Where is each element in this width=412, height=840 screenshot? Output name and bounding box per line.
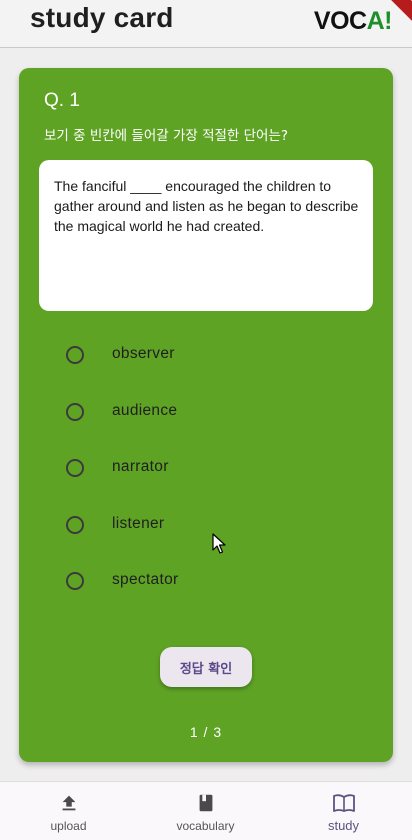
radio-button[interactable] xyxy=(66,459,84,477)
option-spectator[interactable]: spectator xyxy=(65,553,345,610)
logo-text: VOC xyxy=(313,7,367,35)
radio-button[interactable] xyxy=(66,572,84,590)
nav-label: upload xyxy=(50,819,87,833)
radio-button[interactable] xyxy=(66,515,84,534)
page-title: study card xyxy=(30,2,174,33)
nav-item-vocabulary[interactable]: vocabulary xyxy=(137,782,274,840)
book-icon xyxy=(199,794,212,812)
page-indicator: 1 / 3 xyxy=(189,724,223,740)
open-book-icon xyxy=(332,794,355,812)
check-answer-button[interactable]: 정답 확인 xyxy=(160,647,252,687)
question-number: Q. 1 xyxy=(44,90,80,111)
nav-item-study[interactable]: study xyxy=(275,782,412,840)
nav-label: vocabulary xyxy=(176,819,235,833)
passage-text: The fanciful ____ encouraged the childre… xyxy=(54,178,359,234)
app-header: study card VOCA! xyxy=(0,0,412,48)
option-narrator[interactable]: narrator xyxy=(65,440,345,497)
mouse-cursor-icon xyxy=(212,533,226,554)
option-label: audience xyxy=(112,401,178,419)
option-listener[interactable]: listener xyxy=(65,497,345,554)
option-label: listener xyxy=(112,514,165,532)
logo-accent-text: A! xyxy=(366,7,393,35)
passage-box: The fanciful ____ encouraged the childre… xyxy=(39,160,373,311)
option-observer[interactable]: observer xyxy=(65,327,345,384)
study-card: Q. 1 보기 중 빈칸에 들어갈 가장 적절한 단어는? The fancif… xyxy=(19,68,393,762)
answer-options: observer audience narrator listener spec… xyxy=(65,327,345,610)
question-prompt: 보기 중 빈칸에 들어갈 가장 적절한 단어는? xyxy=(44,128,289,144)
option-label: observer xyxy=(112,345,175,362)
radio-button[interactable] xyxy=(66,346,84,364)
option-label: narrator xyxy=(112,458,169,475)
upload-icon xyxy=(62,795,75,811)
radio-button[interactable] xyxy=(66,402,84,421)
nav-label: study xyxy=(327,818,360,833)
nav-item-upload[interactable]: upload xyxy=(0,782,137,840)
option-audience[interactable]: audience xyxy=(65,384,345,441)
bottom-nav: upload vocabulary study xyxy=(0,781,412,840)
option-label: spectator xyxy=(112,571,179,588)
app-logo: VOCA! xyxy=(313,7,393,36)
